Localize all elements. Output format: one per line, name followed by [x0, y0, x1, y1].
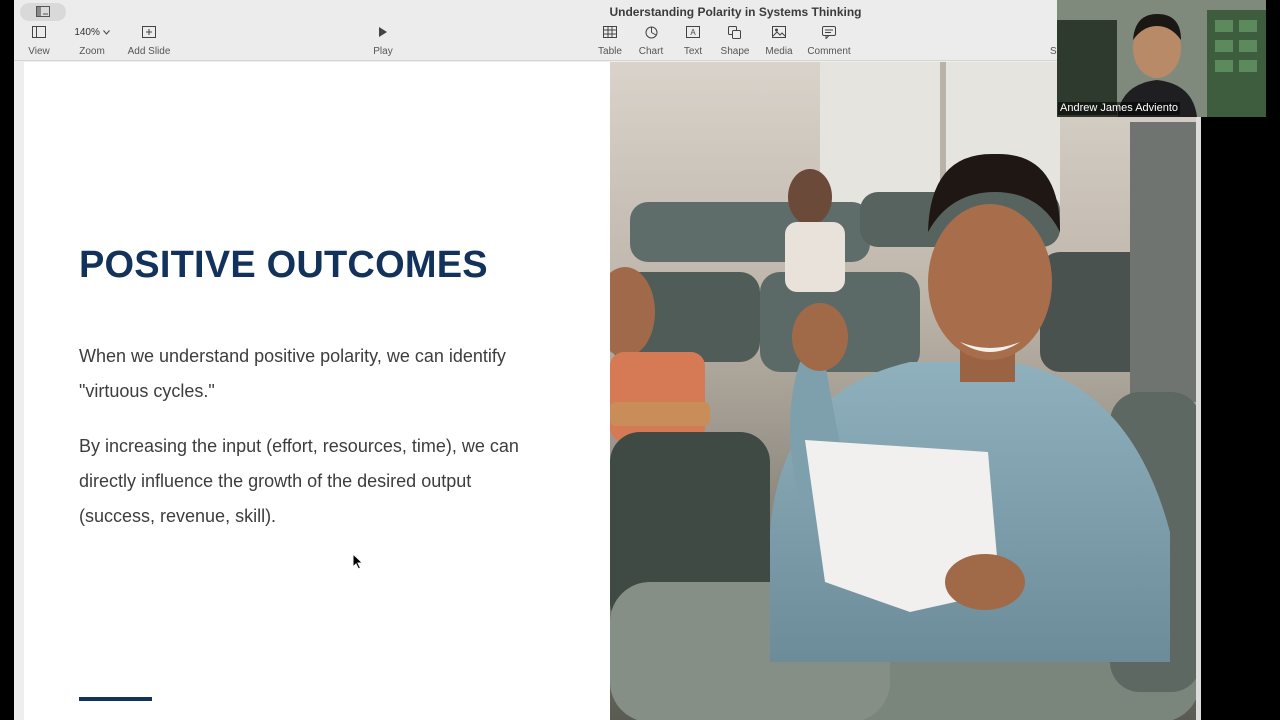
- view-icon: [26, 26, 52, 42]
- truncated-toolbar-label: S: [1050, 46, 1057, 57]
- toolbar: Understanding Polarity in Systems Thinki…: [14, 0, 1057, 61]
- slide-body[interactable]: When we understand positive polarity, we…: [79, 339, 549, 554]
- play-icon: [370, 26, 396, 42]
- chart-button[interactable]: Chart: [637, 26, 665, 57]
- zoom-button[interactable]: 140% Zoom: [70, 26, 114, 57]
- add-slide-label: Add Slide: [127, 46, 171, 57]
- table-icon: [596, 26, 624, 42]
- cursor-icon: [352, 553, 364, 570]
- comment-icon: [806, 26, 852, 42]
- play-label: Play: [373, 46, 393, 57]
- svg-text:A: A: [690, 28, 696, 37]
- add-slide-button[interactable]: Add Slide: [126, 26, 172, 57]
- comment-label: Comment: [807, 46, 851, 57]
- shape-label: Shape: [720, 46, 750, 57]
- comment-button[interactable]: Comment: [806, 26, 852, 57]
- table-label: Table: [598, 46, 622, 57]
- shape-icon: [720, 26, 750, 42]
- slide-paragraph-2: By increasing the input (effort, resourc…: [79, 436, 519, 526]
- media-label: Media: [765, 46, 793, 57]
- zoom-label: Zoom: [79, 46, 105, 57]
- add-slide-icon: [126, 26, 172, 42]
- webcam-image: [1057, 0, 1266, 117]
- keynote-window: Understanding Polarity in Systems Thinki…: [14, 0, 1201, 720]
- student-photo-image: [610, 62, 1201, 720]
- window-title: Understanding Polarity in Systems Thinki…: [609, 5, 862, 19]
- shape-button[interactable]: Shape: [720, 26, 750, 57]
- view-label: View: [28, 46, 50, 57]
- media-icon: [764, 26, 794, 42]
- slide-paragraph-1: When we understand positive polarity, we…: [79, 346, 506, 401]
- text-label: Text: [683, 46, 703, 57]
- zoom-value: 140%: [70, 26, 114, 42]
- participant-name: Andrew James Adviento: [1058, 102, 1181, 115]
- slide-title[interactable]: POSITIVE OUTCOMES: [79, 244, 488, 287]
- media-button[interactable]: Media: [764, 26, 794, 57]
- slide-photo[interactable]: [610, 62, 1201, 720]
- chart-label: Chart: [638, 46, 664, 57]
- accent-line: [79, 697, 152, 701]
- chevron-down-icon: [102, 30, 110, 35]
- text-icon: A: [681, 26, 705, 42]
- webcam-feed: Andrew James Adviento: [1057, 0, 1266, 117]
- chart-icon: [637, 26, 665, 42]
- text-button[interactable]: A Text: [681, 26, 705, 57]
- play-button[interactable]: Play: [370, 26, 396, 57]
- table-button[interactable]: Table: [596, 26, 624, 57]
- view-button[interactable]: View: [26, 26, 52, 57]
- slide-canvas[interactable]: POSITIVE OUTCOMES When we understand pos…: [24, 62, 1201, 720]
- right-edge-strip: [1196, 117, 1201, 720]
